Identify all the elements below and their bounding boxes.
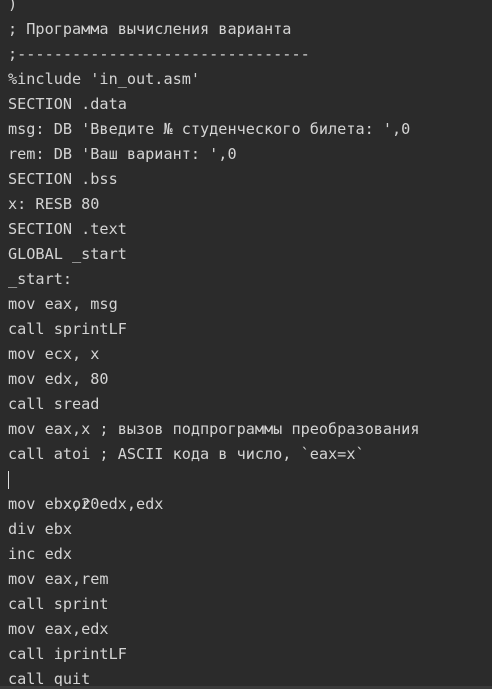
code-line-19: call atoi ; ASCII кода в число, `eax=x` — [8, 445, 365, 463]
code-area[interactable]: ) ; Программа вычисления варианта ;-----… — [8, 0, 419, 689]
code-line-23: inc edx — [8, 545, 73, 563]
code-line-27: call iprintLF — [8, 645, 127, 663]
code-line-1: ) — [8, 0, 18, 13]
code-line-22: div ebx — [8, 520, 73, 538]
code-line-16: mov edx, 80 — [8, 370, 109, 388]
code-line-9: x: RESB 80 — [8, 195, 100, 213]
code-line-4: %include 'in_out.asm' — [8, 70, 201, 88]
code-line-26: mov eax,edx — [8, 620, 109, 638]
code-line-24: mov eax,rem — [8, 570, 109, 588]
code-line-7: rem: DB 'Ваш вариант: ',0 — [8, 145, 237, 163]
code-line-11: GLOBAL _start — [8, 245, 127, 263]
code-line-25: call sprint — [8, 595, 109, 613]
code-line-5: SECTION .data — [8, 95, 127, 113]
code-line-15: mov ecx, x — [8, 345, 100, 363]
code-line-17: call sread — [8, 395, 100, 413]
code-line-8: SECTION .bss — [8, 170, 118, 188]
code-line-14: call sprintLF — [8, 320, 127, 338]
code-line-18: mov eax,x ; вызов подпрограммы преобразо… — [8, 420, 420, 438]
code-line-3: ;-------------------------------- — [8, 45, 310, 63]
code-line-13: mov eax, msg — [8, 295, 118, 313]
text-cursor — [8, 471, 9, 489]
code-line-6: msg: DB 'Введите № студенческого билета:… — [8, 120, 411, 138]
code-line-10: SECTION .text — [8, 220, 127, 238]
code-line-12: _start: — [8, 270, 73, 288]
text-editor[interactable]: ) ; Программа вычисления варианта ;-----… — [0, 0, 492, 689]
code-line-20: xor edx,edx — [8, 467, 419, 513]
code-line-2: ; Программа вычисления варианта — [8, 20, 292, 38]
code-line-20-text: xor edx,edx — [62, 495, 164, 513]
